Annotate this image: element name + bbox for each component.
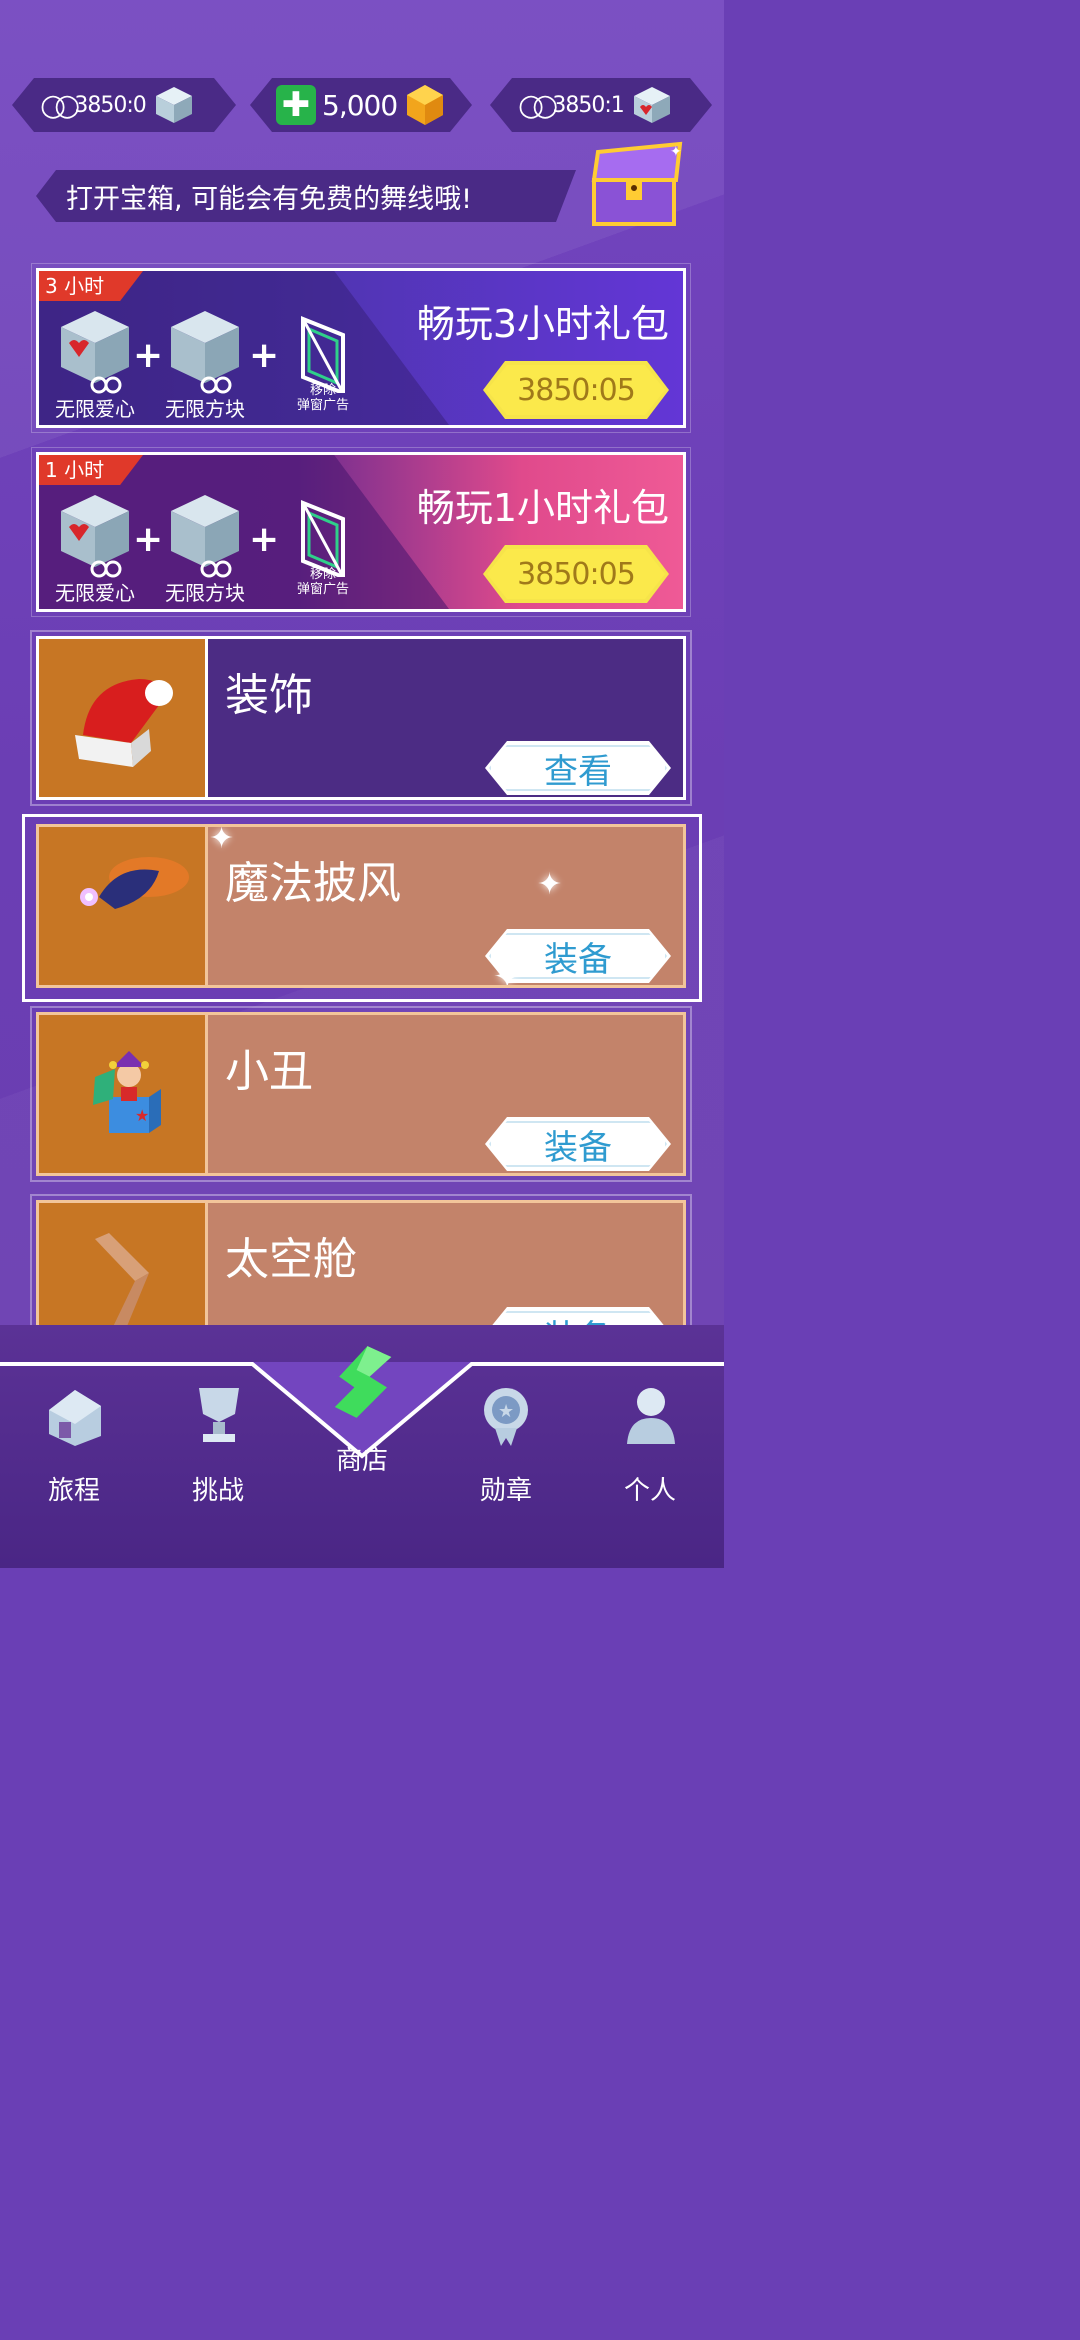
capsule-trail-icon (95, 1233, 149, 1325)
card-thumbnail (39, 827, 208, 985)
hearts-timer: 3850:0 (74, 92, 146, 118)
bundle-title: 畅玩3小时礼包 (416, 302, 669, 346)
infinite-blocks-item: 无限方块 (155, 493, 255, 606)
infinite-hearts-item: 无限爱心 (47, 493, 143, 606)
infinity-icon: ○○ (40, 87, 69, 123)
tab-profile[interactable]: 个人 (590, 1370, 710, 1507)
button-label: 查看 (544, 751, 612, 792)
tab-journey[interactable]: 旅程 (14, 1370, 134, 1507)
medal-icon: ★ (484, 1388, 528, 1446)
bundle-title: 畅玩1小时礼包 (416, 486, 669, 530)
view-button[interactable]: 查看 (485, 741, 671, 795)
bundle-price-button[interactable]: 3850:05 (483, 361, 669, 419)
window-frame-icon (301, 500, 345, 580)
card-title: 装饰 (225, 670, 313, 721)
tab-label: 挑战 (191, 1476, 244, 1506)
heart-cube-icon (632, 85, 672, 125)
button-label: 装备 (544, 1127, 612, 1168)
infinite-blocks-item: 无限方块 (155, 309, 255, 422)
card-thumbnail: ★ (39, 1015, 208, 1173)
item-label: 无限方块 (165, 581, 245, 605)
gems-count: 5,000 (322, 88, 398, 122)
gems-currency[interactable]: ✚ 5,000 (250, 78, 472, 132)
tab-label: 旅程 (47, 1476, 100, 1506)
blocks-currency[interactable]: ○○ 3850:1 (490, 78, 712, 132)
item-label: 无限爱心 (55, 581, 135, 605)
bundle-price-button[interactable]: 3850:05 (483, 545, 669, 603)
card-title: 魔法披风 (225, 858, 401, 909)
item-label: 无限方块 (165, 397, 245, 421)
button-label: 装备 (544, 1310, 612, 1326)
add-gems-icon[interactable]: ✚ (276, 85, 316, 125)
svg-text:✦: ✦ (670, 144, 682, 160)
cube-icon (171, 311, 239, 394)
card-thumbnail (39, 639, 208, 797)
price-label: 3850:05 (517, 556, 635, 592)
tab-label: 个人 (623, 1476, 676, 1506)
santa-hat-icon (75, 679, 173, 767)
magic-cape-card[interactable]: 魔法披风 装备 ✦ ✦ ✦ (36, 824, 686, 988)
cube-icon (171, 495, 239, 578)
cube-icon (154, 85, 194, 125)
card-title: 小丑 (225, 1046, 313, 1097)
bundle-1h-card[interactable]: 1 小时 无限爱心 + 无限方块 + 移除 弹窗广告 畅玩1小时礼包 3850:… (31, 447, 691, 617)
sparkle-icon: ✦ (493, 957, 522, 988)
plus-icon: + (249, 519, 280, 560)
button-label: 装备 (544, 939, 612, 980)
banner-text: 打开宝箱, 可能会有免费的舞线哦! (66, 183, 472, 215)
profile-icon (627, 1388, 675, 1444)
tab-shop[interactable]: 商店 (302, 1346, 422, 1477)
hearts-currency[interactable]: ○○ 3850:0 (12, 78, 236, 132)
decorations-card[interactable]: 装饰 查看 (36, 636, 686, 800)
infinite-hearts-item: 无限爱心 (47, 309, 143, 422)
heart-cube-icon (61, 311, 129, 394)
blocks-timer: 3850:1 (552, 92, 624, 118)
jester-card[interactable]: ★ 小丑 装备 (36, 1012, 686, 1176)
gold-gem-icon (403, 83, 447, 127)
treasure-chest-icon[interactable]: ✦ (584, 140, 684, 230)
tab-label: 勋章 (479, 1476, 532, 1506)
sparkle-icon: ✦ (537, 867, 563, 902)
remove-ads-item: 移除 弹窗广告 (283, 493, 363, 597)
jack-in-box-icon: ★ (93, 1051, 161, 1133)
heart-cube-icon (61, 495, 129, 578)
svg-text:★: ★ (498, 1401, 514, 1422)
svg-text:★: ★ (135, 1106, 149, 1125)
house-icon (49, 1390, 101, 1446)
card-title: 太空舱 (225, 1234, 357, 1285)
space-capsule-card[interactable]: 太空舱 装备 (36, 1200, 686, 1325)
shop-s-icon (334, 1346, 392, 1418)
infinity-icon: ○○ (518, 87, 547, 123)
bundle-3h-card[interactable]: 3 小时 无限爱心 + 无限方块 + 移除 弹窗广告 畅玩3小时礼包 3850:… (31, 263, 691, 433)
plus-icon: + (249, 335, 280, 376)
card-thumbnail (39, 1203, 208, 1325)
item-label: 无限爱心 (55, 397, 135, 421)
trophy-icon (199, 1388, 239, 1442)
remove-ads-item: 移除 弹窗广告 (283, 309, 363, 413)
equip-button[interactable]: 装备 (485, 1307, 671, 1325)
sparkle-icon: ✦ (209, 824, 235, 856)
tab-medals[interactable]: ★ 勋章 (446, 1370, 566, 1507)
tab-label: 商店 (335, 1446, 388, 1476)
tab-challenge[interactable]: 挑战 (158, 1370, 278, 1507)
equip-button[interactable]: 装备 (485, 1117, 671, 1171)
price-label: 3850:05 (517, 372, 635, 408)
chest-hint-banner: 打开宝箱, 可能会有免费的舞线哦! (36, 170, 576, 222)
window-frame-icon (301, 316, 345, 396)
magic-cape-icon (80, 857, 189, 909)
